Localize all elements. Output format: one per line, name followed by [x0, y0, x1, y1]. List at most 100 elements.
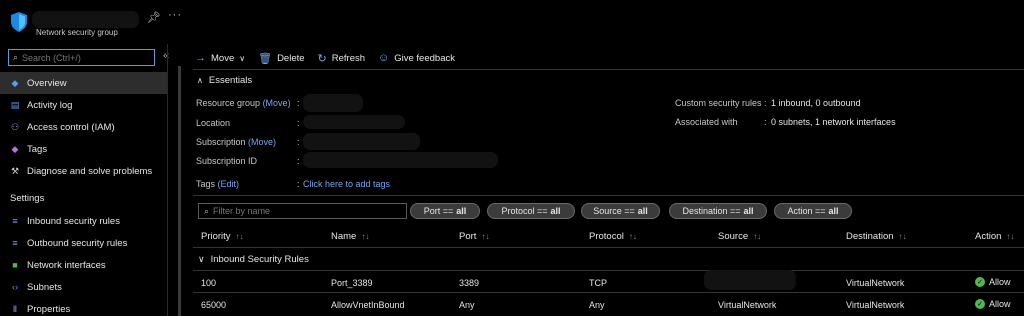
chevron-down-icon: ∨ [239, 53, 246, 63]
custom-rules-label: Custom security rules [675, 98, 762, 108]
iam-icon: ⚇ [10, 121, 20, 132]
cell-port: Any [459, 300, 475, 310]
cell-action: ✓ Allow [975, 299, 1011, 309]
filter-pill-protocol[interactable]: Protocol == all [487, 203, 575, 219]
subscription-id-label: Subscription ID [196, 156, 258, 166]
essentials-toggle[interactable]: ∧ Essentials [197, 75, 252, 86]
sidebar-item-label: Subnets [27, 281, 62, 293]
sidebar-search-box[interactable]: ⌕ [8, 49, 155, 66]
resource-group-move-link[interactable]: (Move) [263, 98, 291, 108]
cell-name-link[interactable]: Port_3389 [331, 278, 373, 288]
sidebar-item-overview[interactable]: ◆ Overview [0, 72, 167, 94]
sidebar-search-input[interactable] [22, 52, 143, 63]
row-divider [193, 292, 1024, 293]
sort-icon: ↑↓ [1006, 232, 1015, 241]
group-label: Inbound Security Rules [210, 254, 309, 265]
column-header-name[interactable]: Name ↑↓ [331, 231, 369, 242]
colon: : [297, 98, 300, 108]
tag-icon: ◆ [11, 143, 19, 154]
chevron-down-icon: ∨ [198, 254, 205, 264]
group-divider [193, 270, 1024, 271]
sidebar-item-inbound-rules[interactable]: ≡ Inbound security rules [0, 210, 167, 232]
cell-source-redacted [704, 270, 796, 290]
tags-label: Tags (Edit) [196, 179, 240, 189]
more-icon[interactable]: ··· [168, 9, 182, 21]
colon: : [764, 98, 767, 108]
command-bar: → Move ∨ 🗑︎ Delete ↻ Refresh ☺ Give feed… [195, 50, 468, 66]
sidebar-item-diagnose[interactable]: ⚒ Diagnose and solve problems [0, 160, 167, 182]
pin-icon[interactable]: 📌︎ [147, 11, 161, 24]
sidebar-item-label: Outbound security rules [27, 237, 128, 249]
properties-icon: Ⅱ [12, 303, 18, 314]
filter-pill-action[interactable]: Action == all [774, 203, 852, 219]
column-header-port[interactable]: Port ↑↓ [459, 231, 489, 242]
group-row-inbound[interactable]: ∨ Inbound Security Rules [198, 254, 309, 265]
sidebar-item-label: Network interfaces [27, 259, 106, 271]
sort-icon: ↑↓ [628, 232, 637, 241]
add-tags-link[interactable]: Click here to add tags [303, 179, 390, 189]
filter-pill-destination[interactable]: Destination == all [669, 203, 767, 219]
check-circle-icon: ✓ [975, 277, 985, 287]
column-header-destination[interactable]: Destination ↑↓ [846, 231, 907, 242]
subscription-move-link[interactable]: (Move) [248, 137, 276, 147]
sidebar-item-access-control[interactable]: ⚇ Access control (IAM) [0, 116, 167, 138]
column-header-source[interactable]: Source ↑↓ [718, 231, 761, 242]
sidebar-item-properties[interactable]: Ⅱ Properties [0, 298, 167, 316]
feedback-button[interactable]: ☺ Give feedback [378, 52, 455, 64]
resource-type: Network security group [36, 28, 118, 37]
sidebar-item-label: Properties [27, 303, 71, 315]
nsg-shield-icon [11, 12, 27, 32]
move-button[interactable]: → Move ∨ [195, 52, 245, 64]
cell-destination: VirtualNetwork [846, 300, 905, 310]
subnet-icon: ‹› [12, 282, 18, 292]
cell-priority: 100 [201, 278, 217, 288]
resource-group-value-redacted[interactable] [303, 94, 363, 112]
cell-name[interactable]: AllowVnetInBound [331, 300, 405, 310]
search-icon: ⌕ [13, 52, 19, 62]
sort-icon: ↑↓ [235, 232, 244, 241]
resource-name-redacted [32, 11, 139, 28]
sidebar-item-label: Inbound security rules [27, 215, 120, 227]
cell-port: 3389 [459, 278, 480, 288]
move-label: Move [211, 52, 235, 64]
cell-priority: 65000 [201, 300, 227, 310]
refresh-icon: ↻ [317, 52, 327, 65]
sidebar-item-network-interfaces[interactable]: ■ Network interfaces [0, 254, 167, 276]
sidebar-item-outbound-rules[interactable]: ≡ Outbound security rules [0, 232, 167, 254]
feedback-label: Give feedback [394, 52, 455, 64]
sidebar-item-activity-log[interactable]: ▤ Activity log [0, 94, 167, 116]
filter-by-name-box[interactable]: ⌕ [198, 203, 407, 219]
sidebar-item-subnets[interactable]: ‹› Subnets [0, 276, 167, 298]
cell-protocol: Any [589, 300, 605, 310]
column-header-protocol[interactable]: Protocol ↑↓ [589, 231, 637, 242]
outbound-rules-icon: ≡ [12, 238, 18, 248]
column-header-action[interactable]: Action ↑↓ [975, 231, 1014, 242]
feedback-icon: ☺ [378, 52, 390, 64]
sidebar-item-label: Tags [27, 143, 48, 155]
resource-header: Network security group 📌︎ ··· [0, 0, 1024, 44]
colon: : [297, 179, 300, 189]
column-header-priority[interactable]: Priority ↑↓ [201, 231, 244, 242]
wrench-icon: ⚒ [10, 165, 20, 176]
refresh-button[interactable]: ↻ Refresh [318, 52, 365, 65]
filter-pill-port[interactable]: Port == all [410, 203, 480, 219]
delete-button[interactable]: 🗑︎ Delete [258, 52, 304, 65]
resource-group-label: Resource group (Move) [196, 98, 291, 108]
filter-by-name-input[interactable] [213, 206, 394, 216]
subscription-label: Subscription (Move) [196, 137, 277, 147]
colon: : [764, 117, 767, 127]
sort-icon: ↑↓ [753, 232, 762, 241]
tags-edit-link[interactable]: (Edit) [218, 179, 240, 189]
subscription-id-value-redacted [303, 152, 498, 168]
cell-action: ✓ Allow [975, 277, 1011, 287]
table-header-divider [193, 247, 1024, 248]
sidebar-item-label: Access control (IAM) [27, 121, 115, 133]
sidebar-scrollbar[interactable] [178, 66, 181, 316]
location-label: Location [196, 118, 231, 128]
sidebar-item-tags[interactable]: ◆ Tags [0, 138, 167, 160]
chevron-up-icon: ∧ [197, 76, 203, 85]
subscription-value-redacted[interactable] [303, 133, 420, 150]
sort-icon: ↑↓ [361, 232, 370, 241]
filter-pill-source[interactable]: Source == all [581, 203, 660, 219]
location-value-redacted [303, 115, 405, 129]
